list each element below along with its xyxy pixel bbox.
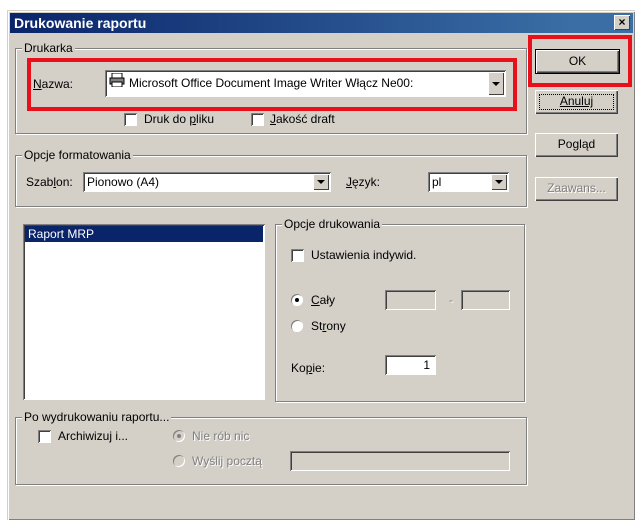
template-label: Szablon: — [26, 175, 73, 189]
language-label: Język: — [346, 175, 381, 189]
chevron-down-icon[interactable] — [491, 174, 507, 190]
report-listbox[interactable]: Raport MRP — [23, 224, 265, 400]
archive-label: Archiwizuj i... — [58, 429, 129, 443]
pages-label: Strony — [311, 319, 346, 333]
title-bar: Drukowanie raportu × — [10, 13, 633, 33]
copies-value: 1 — [423, 358, 430, 372]
preview-button[interactable]: Pogląd — [535, 133, 618, 157]
template-select[interactable]: Pionowo (A4) — [83, 172, 331, 192]
list-item[interactable]: Raport MRP — [25, 226, 263, 242]
format-options-legend: Opcje formatowania — [22, 148, 133, 162]
draft-quality-label: Jakość draft — [270, 112, 335, 126]
language-select[interactable]: pl — [428, 172, 509, 192]
pages-radio[interactable] — [291, 320, 303, 332]
all-pages-label: Cały — [311, 293, 336, 307]
chevron-down-icon[interactable] — [313, 174, 329, 190]
highlight-printer-name — [27, 58, 517, 111]
archive-checkbox[interactable] — [38, 430, 51, 443]
highlight-ok-button — [528, 35, 632, 87]
print-options-legend: Opcje drukowania — [282, 217, 383, 231]
copies-input[interactable]: 1 — [385, 355, 436, 375]
dialog-title: Drukowanie raportu — [14, 15, 147, 31]
custom-settings-checkbox[interactable] — [291, 249, 304, 262]
advanced-button[interactable]: Zaawans... — [535, 177, 618, 201]
close-icon: × — [618, 15, 626, 29]
advanced-button-label: Zaawans... — [547, 181, 606, 195]
focus-ring — [539, 94, 614, 110]
printer-group-legend: Drukarka — [22, 41, 75, 55]
print-to-file-checkbox[interactable] — [124, 113, 137, 126]
send-mail-radio[interactable] — [173, 455, 185, 467]
preview-button-label: Pogląd — [557, 137, 596, 151]
send-mail-address-field[interactable] — [290, 451, 510, 471]
range-separator: - — [449, 293, 453, 307]
draft-quality-checkbox[interactable] — [251, 113, 264, 126]
print-to-file-label: Druk do pliku — [144, 112, 215, 126]
close-button[interactable]: × — [614, 15, 630, 30]
screen: { "dialog": { "title": "Drukowanie rapor… — [0, 0, 641, 520]
cancel-button[interactable]: Anuluj — [535, 90, 618, 114]
print-report-dialog: Drukowanie raportu × Drukarka Nazwa: Mic… — [7, 10, 635, 520]
send-mail-label: Wyślij pocztą — [192, 454, 262, 468]
all-pages-radio[interactable] — [291, 294, 303, 306]
page-to-field[interactable] — [461, 290, 510, 310]
language-select-value: pl — [432, 175, 442, 189]
page-from-field[interactable] — [385, 290, 436, 310]
do-nothing-radio[interactable] — [173, 430, 185, 442]
template-select-value: Pionowo (A4) — [87, 175, 160, 189]
do-nothing-label: Nie rób nic — [192, 429, 250, 443]
copies-label: Kopie: — [291, 361, 326, 375]
custom-settings-label: Ustawienia indywid. — [311, 248, 417, 262]
after-print-legend: Po wydrukowaniu raportu... — [22, 410, 172, 424]
